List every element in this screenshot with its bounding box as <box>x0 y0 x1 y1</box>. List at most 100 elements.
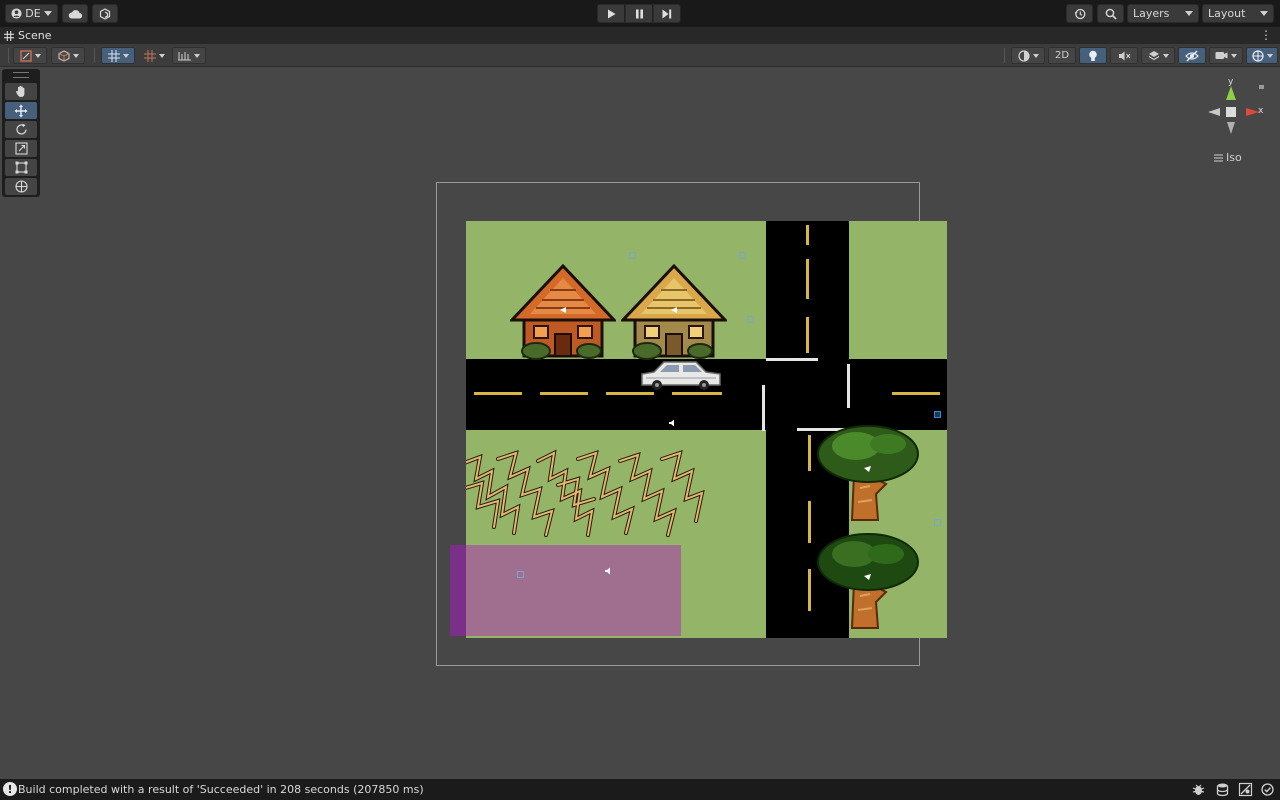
lightbulb-icon <box>1089 50 1097 61</box>
bug-icon[interactable] <box>1191 782 1206 797</box>
drag-handle[interactable] <box>13 72 29 78</box>
scene-audio-button[interactable] <box>1110 47 1138 64</box>
chevron-down-icon <box>1260 11 1268 16</box>
rotate-tool-button[interactable] <box>5 121 37 138</box>
layers-dropdown[interactable]: Layers <box>1127 4 1199 23</box>
lane-marking <box>606 392 654 395</box>
chevron-down-icon <box>194 53 200 58</box>
rect-transform-icon <box>15 161 27 174</box>
scale-tool-button[interactable] <box>5 140 37 157</box>
cache-server-icon[interactable] <box>1215 782 1230 797</box>
trigger-zone-edge <box>450 545 466 636</box>
cube-icon <box>58 49 69 62</box>
lane-marking <box>808 569 811 611</box>
trigger-zone[interactable] <box>450 545 681 636</box>
orientation-gizmo[interactable]: y x <box>1200 76 1270 146</box>
grid-visibility-button[interactable] <box>139 47 169 64</box>
lane-marking <box>806 225 809 245</box>
effects-button[interactable] <box>1141 47 1175 64</box>
pivot-icon <box>19 49 32 62</box>
scene-camera-button[interactable] <box>1209 47 1243 64</box>
lane-marking <box>540 392 588 395</box>
main-toolbar: DE Layers Layout <box>0 0 1280 27</box>
transform-tools-overlay <box>2 69 40 197</box>
cloud-icon <box>68 9 82 18</box>
thorn-bush-sprite[interactable] <box>466 449 708 541</box>
collaborate-icon <box>99 7 111 20</box>
tab-scene-label: Scene <box>18 29 52 42</box>
scene-lighting-button[interactable] <box>1079 47 1107 64</box>
increment-snap-button[interactable] <box>172 47 206 64</box>
account-label: DE <box>25 7 41 20</box>
tab-scene[interactable]: Scene <box>4 27 52 44</box>
gizmo-y-label: y <box>1228 77 1234 87</box>
scene-visibility-button[interactable] <box>1178 47 1206 64</box>
step-icon <box>662 9 672 18</box>
object-marker[interactable] <box>747 316 754 323</box>
object-marker[interactable] <box>739 252 746 259</box>
eye-hidden-icon <box>1185 50 1199 61</box>
layout-dropdown[interactable]: Layout <box>1202 4 1274 23</box>
tab-options-menu[interactable]: ⋮ <box>1260 28 1272 42</box>
scene-tab-bar: Scene ⋮ <box>0 27 1280 44</box>
tree-sprite[interactable] <box>816 424 924 522</box>
lane-marking <box>806 317 809 353</box>
play-button[interactable] <box>597 4 625 23</box>
chevron-down-icon <box>1231 53 1237 58</box>
progress-check-icon[interactable] <box>1260 782 1275 797</box>
history-icon <box>1074 8 1085 19</box>
chevron-down-icon <box>72 53 79 58</box>
cloud-button[interactable] <box>62 4 88 23</box>
account-icon <box>11 8 22 19</box>
gizmos-button[interactable] <box>1246 47 1278 64</box>
object-marker[interactable] <box>629 252 636 259</box>
hamburger-icon <box>1214 153 1223 162</box>
grid-snapping-button[interactable] <box>101 47 135 64</box>
tree-sprite[interactable] <box>816 532 924 630</box>
chevron-down-icon <box>122 53 129 58</box>
audio-source-icon[interactable] <box>604 567 614 575</box>
grid-snap-icon <box>107 49 120 62</box>
auto-generate-lighting-icon[interactable] <box>1238 782 1253 797</box>
object-marker[interactable] <box>934 519 941 526</box>
step-button[interactable] <box>653 4 681 23</box>
undo-history-button[interactable] <box>1066 4 1093 23</box>
toolbar-separator <box>8 48 9 63</box>
tool-handle-position-button[interactable] <box>13 47 47 64</box>
audio-source-icon[interactable] <box>668 419 678 427</box>
chevron-down-icon <box>34 53 41 58</box>
house-yellow-sprite[interactable] <box>621 264 727 360</box>
collaborate-button[interactable] <box>92 4 118 23</box>
house-orange-sprite[interactable] <box>510 264 616 360</box>
status-message[interactable]: Build completed with a result of 'Succee… <box>18 783 424 796</box>
search-icon <box>1105 8 1117 20</box>
chevron-down-icon <box>1185 11 1193 16</box>
search-button[interactable] <box>1097 4 1124 23</box>
lane-marking <box>672 392 722 395</box>
rotate-icon <box>15 123 27 135</box>
car-sprite[interactable] <box>640 360 722 392</box>
move-tool-button[interactable] <box>5 102 37 119</box>
grid-icon <box>143 49 156 62</box>
2d-mode-button[interactable]: 2D <box>1048 47 1076 64</box>
lane-marking <box>474 392 522 395</box>
2d-mode-label: 2D <box>1054 50 1070 61</box>
account-button[interactable]: DE <box>5 4 58 23</box>
object-marker[interactable] <box>517 571 524 578</box>
tool-handle-rotation-button[interactable] <box>51 47 85 64</box>
scale-icon <box>14 142 28 155</box>
transform-tool-button[interactable] <box>5 178 37 195</box>
toolbar-separator <box>94 48 95 63</box>
text-object-marker[interactable] <box>934 411 941 418</box>
projection-toggle[interactable]: Iso <box>1214 151 1242 164</box>
projection-label: Iso <box>1226 151 1242 164</box>
audio-mute-icon <box>1118 51 1130 60</box>
pause-button[interactable] <box>625 4 653 23</box>
rect-tool-button[interactable] <box>5 159 37 176</box>
move-arrows-icon <box>14 104 28 117</box>
ruler-icon <box>178 51 191 60</box>
chevron-down-icon <box>43 11 52 16</box>
chevron-down-icon <box>1266 53 1273 58</box>
draw-mode-button[interactable] <box>1011 47 1045 64</box>
view-tool-button[interactable] <box>5 83 37 100</box>
